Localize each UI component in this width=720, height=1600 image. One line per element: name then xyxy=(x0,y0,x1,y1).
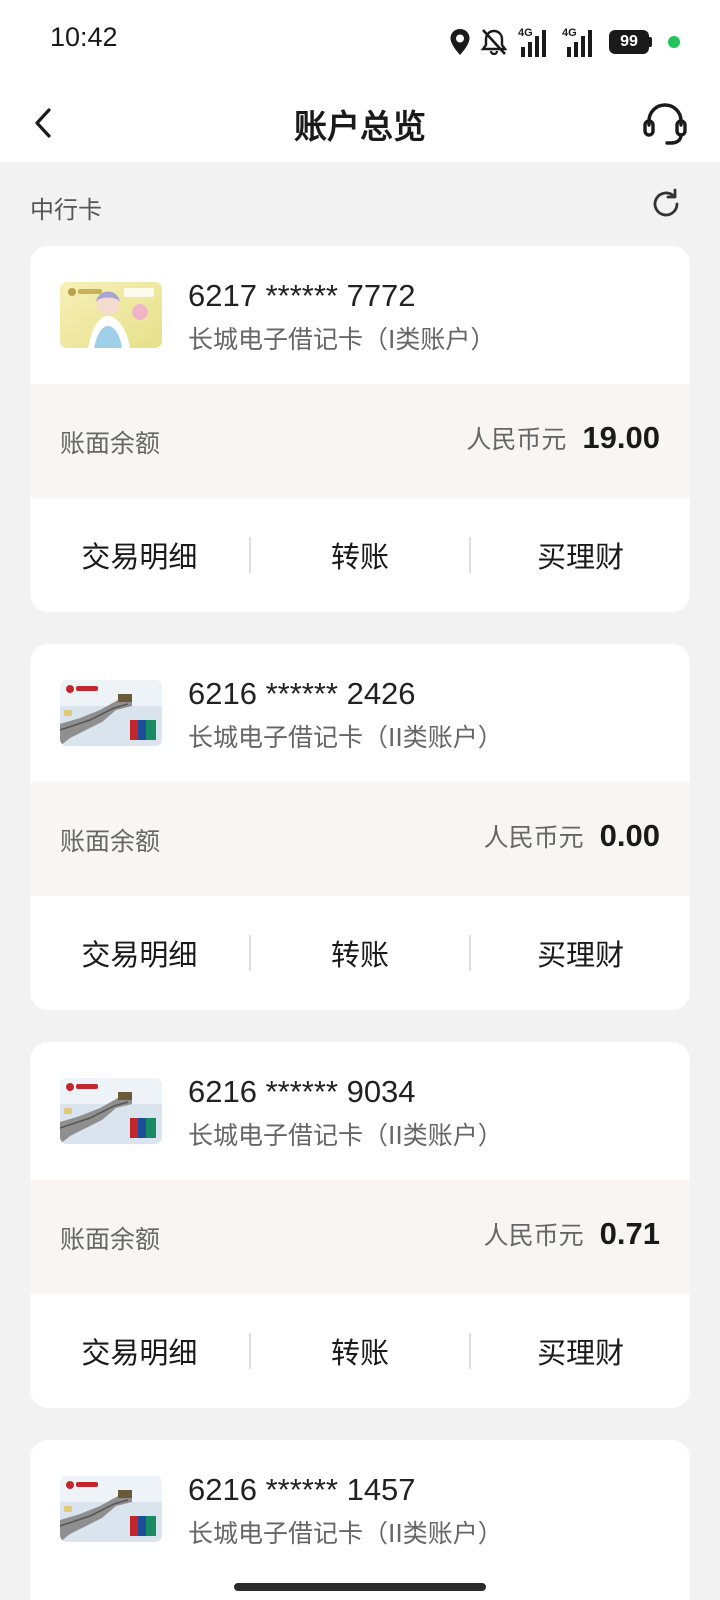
card-actions: 交易明细 转账 买理财 xyxy=(30,498,690,612)
transaction-details-button[interactable]: 交易明细 xyxy=(30,1330,249,1372)
battery-level: 99 xyxy=(609,30,649,54)
card-image-great-wall xyxy=(60,1476,162,1542)
card-header[interactable]: 6216 ****** 1457 长城电子借记卡（II类账户） xyxy=(30,1440,690,1578)
refresh-icon xyxy=(653,188,679,217)
card-actions: 交易明细 转账 买理财 xyxy=(30,896,690,1010)
mute-bell-icon xyxy=(480,29,508,56)
card-number: 6216 ****** 2426 xyxy=(188,676,416,711)
balance-label: 账面余额 xyxy=(60,429,161,458)
signal-4g-icon: 4G xyxy=(518,27,546,57)
balance-row: 账面余额 人民币元 19.00 xyxy=(30,384,690,498)
account-card[interactable]: 6216 ****** 9034 长城电子借记卡（II类账户） 账面余额 人民币… xyxy=(30,1042,690,1408)
account-card[interactable]: 6217 ****** 7772 长城电子借记卡（I类账户） 账面余额 人民币元… xyxy=(30,246,690,612)
card-actions: 交易明细 转账 买理财 xyxy=(30,1294,690,1408)
battery-icon: 99 xyxy=(609,30,652,54)
home-indicator[interactable] xyxy=(234,1583,486,1591)
card-image-great-wall xyxy=(60,1078,162,1144)
customer-service-button[interactable] xyxy=(640,98,690,148)
privacy-indicator-dot xyxy=(668,36,680,48)
transfer-button[interactable]: 转账 xyxy=(251,932,470,974)
account-card[interactable]: 6216 ****** 2426 长城电子借记卡（II类账户） 账面余额 人民币… xyxy=(30,644,690,1010)
transaction-details-button[interactable]: 交易明细 xyxy=(30,534,249,576)
balance-value-group: 人民币元 0.71 xyxy=(484,1216,660,1252)
status-icons: 4G 4G 99 xyxy=(449,22,680,62)
card-type: 长城电子借记卡（II类账户） xyxy=(188,1121,503,1150)
location-icon xyxy=(450,29,470,55)
signal1-label: 4G xyxy=(518,27,533,39)
balance-row: 账面余额 人民币元 0.71 xyxy=(30,1180,690,1294)
buy-wealth-product-button[interactable]: 买理财 xyxy=(471,1330,690,1372)
section-header: 中行卡 xyxy=(0,162,720,246)
refresh-button[interactable] xyxy=(648,186,684,222)
page-title: 账户总览 xyxy=(294,107,426,146)
card-number: 6216 ****** 1457 xyxy=(188,1472,416,1507)
card-header[interactable]: 6216 ****** 9034 长城电子借记卡（II类账户） xyxy=(30,1042,690,1180)
transfer-button[interactable]: 转账 xyxy=(251,534,470,576)
card-header[interactable]: 6217 ****** 7772 长城电子借记卡（I类账户） xyxy=(30,246,690,384)
card-number: 6217 ****** 7772 xyxy=(188,278,416,313)
balance-row: 账面余额 人民币元 0.00 xyxy=(30,782,690,896)
signal-4g-icon: 4G xyxy=(562,27,592,57)
balance-amount: 0.00 xyxy=(599,818,660,853)
status-bar: 10:42 4G 4G 99 xyxy=(0,0,720,84)
card-type: 长城电子借记卡（II类账户） xyxy=(188,723,503,752)
buy-wealth-product-button[interactable]: 买理财 xyxy=(471,534,690,576)
transaction-details-button[interactable]: 交易明细 xyxy=(30,932,249,974)
currency-label: 人民币元 xyxy=(483,823,584,852)
status-time: 10:42 xyxy=(50,22,118,52)
card-image-anime xyxy=(60,282,162,348)
balance-amount: 0.71 xyxy=(599,1216,660,1251)
balance-amount: 19.00 xyxy=(582,420,660,455)
card-type: 长城电子借记卡（II类账户） xyxy=(188,1519,503,1548)
headset-icon xyxy=(643,103,687,145)
currency-label: 人民币元 xyxy=(466,425,567,454)
nav-bar: 账户总览 xyxy=(0,84,720,162)
card-type: 长城电子借记卡（I类账户） xyxy=(188,325,496,354)
transfer-button[interactable]: 转账 xyxy=(251,1330,470,1372)
balance-value-group: 人民币元 0.00 xyxy=(484,818,660,854)
section-title: 中行卡 xyxy=(30,196,102,224)
buy-wealth-product-button[interactable]: 买理财 xyxy=(471,932,690,974)
balance-value-group: 人民币元 19.00 xyxy=(466,420,660,456)
card-number: 6216 ****** 9034 xyxy=(188,1074,416,1109)
signal2-label: 4G xyxy=(562,27,577,39)
currency-label: 人民币元 xyxy=(483,1221,584,1250)
battery-tip xyxy=(649,37,652,47)
balance-label: 账面余额 xyxy=(60,827,161,856)
card-header[interactable]: 6216 ****** 2426 长城电子借记卡（II类账户） xyxy=(30,644,690,782)
balance-label: 账面余额 xyxy=(60,1225,161,1254)
account-card[interactable]: 6216 ****** 1457 长城电子借记卡（II类账户） xyxy=(30,1440,690,1600)
card-image-great-wall xyxy=(60,680,162,746)
